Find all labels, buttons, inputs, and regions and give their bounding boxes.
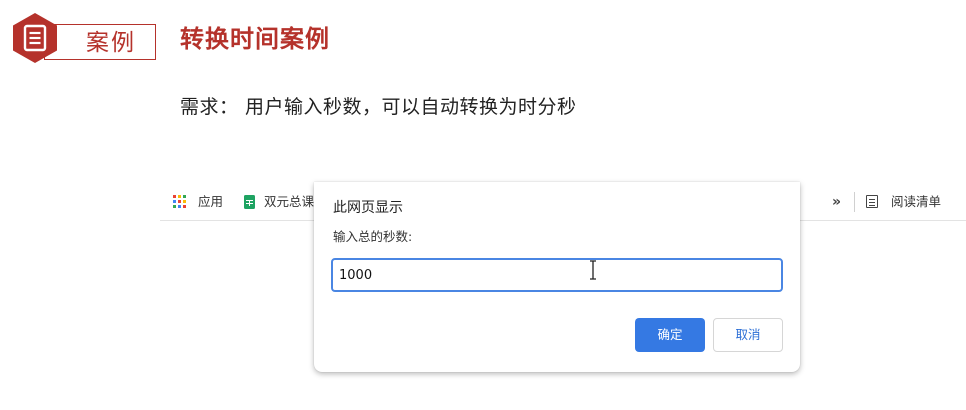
bookmark-apps-label[interactable]: 应用 (198, 193, 223, 211)
text-cursor-icon (590, 260, 596, 280)
sheets-icon (244, 195, 255, 209)
bookmarks-divider (854, 192, 855, 212)
slide-title: 转换时间案例 (180, 25, 330, 53)
reading-list-icon[interactable] (866, 195, 878, 208)
case-badge: 案例 (10, 12, 156, 64)
more-bookmarks-icon[interactable]: » (832, 193, 841, 211)
bookmark-course-label[interactable]: 双元总课 (264, 193, 314, 211)
case-badge-label: 案例 (86, 30, 136, 56)
browser-window: 应用 双元总课 » 阅读清单 此网页显示 输入总的秒数: 确定 取消 (160, 182, 966, 410)
seconds-input[interactable] (331, 258, 783, 292)
dialog-message: 输入总的秒数: (333, 229, 413, 244)
dialog-title: 此网页显示 (333, 200, 403, 216)
requirement-text: 需求： 用户输入秒数，可以自动转换为时分秒 (180, 96, 577, 118)
prompt-dialog: 此网页显示 输入总的秒数: 确定 取消 (314, 182, 800, 372)
cancel-button[interactable]: 取消 (713, 318, 783, 352)
reading-list-label[interactable]: 阅读清单 (891, 193, 941, 211)
ok-button[interactable]: 确定 (635, 318, 705, 352)
document-icon (13, 13, 57, 63)
apps-grid-icon[interactable] (173, 195, 187, 209)
